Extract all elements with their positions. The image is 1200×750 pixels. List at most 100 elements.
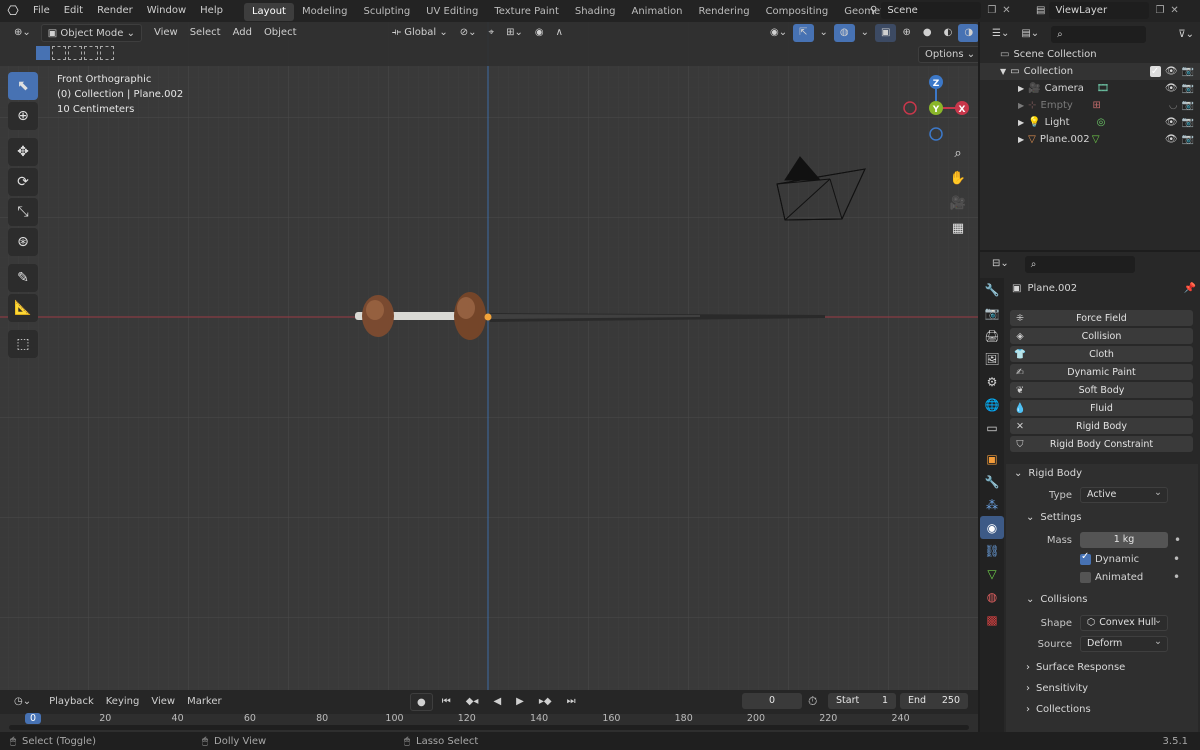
expand-collection-icon[interactable]: ▼ xyxy=(1000,63,1006,80)
prev-keyframe-icon[interactable]: ◆◂ xyxy=(460,693,485,711)
navigation-gizmo[interactable]: Z X Y xyxy=(900,72,972,144)
rotate-tool-icon[interactable]: ⟳ xyxy=(8,168,38,196)
animated-keyframe-dot[interactable]: • xyxy=(1173,570,1180,584)
workspace-tab-shading[interactable]: Shading xyxy=(567,3,624,21)
material-shading-icon[interactable]: ◐ xyxy=(938,24,959,42)
collections-subpanel-header[interactable]: › Collections xyxy=(1006,700,1198,720)
settings-subpanel-header[interactable]: ⌄ Settings xyxy=(1006,508,1198,528)
workspace-tab-animation[interactable]: Animation xyxy=(624,3,691,21)
display-mode-icon[interactable]: ▤⌄ xyxy=(1015,25,1045,43)
annotate-tool-icon[interactable]: ✎ xyxy=(8,264,38,292)
overlays-dropdown[interactable]: ⌄ xyxy=(855,24,875,42)
menu-help[interactable]: Help xyxy=(193,0,230,22)
play-icon[interactable]: ▶ xyxy=(510,693,530,711)
view-layer-tab-icon[interactable]: 🖼 xyxy=(980,347,1004,370)
gizmo-toggle[interactable]: ⇱ xyxy=(793,24,814,42)
render-camera-icon[interactable]: 📷 xyxy=(1182,97,1194,114)
source-dropdown[interactable]: Deform xyxy=(1080,635,1168,652)
viewport-menu-add[interactable]: Add xyxy=(227,24,258,42)
timeline-menu-marker[interactable]: Marker xyxy=(181,693,228,711)
constraints-tab-icon[interactable]: ⛓ xyxy=(980,539,1004,562)
blender-logo-icon[interactable]: ⎔ xyxy=(0,4,26,19)
physics-collision-button[interactable]: ◈ Collision xyxy=(1010,328,1193,344)
workspace-tab-compositing[interactable]: Compositing xyxy=(758,3,837,21)
expand-item-icon[interactable]: ▶ xyxy=(1018,114,1024,131)
view-layer-field[interactable]: ViewLayer xyxy=(1049,2,1150,19)
measure-tool-icon[interactable]: 📐 xyxy=(8,294,38,322)
workspace-tab-layout[interactable]: Layout xyxy=(243,3,294,21)
overlays-toggle[interactable]: ◍ xyxy=(833,24,855,42)
timeline-editor-type-icon[interactable]: ◷⌄ xyxy=(8,693,37,711)
data-tab-icon[interactable]: ▽ xyxy=(980,562,1004,585)
physics-tab-icon[interactable]: ◉ xyxy=(980,516,1004,539)
expand-item-icon[interactable]: ▶ xyxy=(1018,131,1024,148)
physics-cloth-button[interactable]: 👕 Cloth xyxy=(1010,346,1193,362)
stopwatch-icon[interactable]: ⏱ xyxy=(808,694,817,709)
texture-tab-icon[interactable]: ▩ xyxy=(980,608,1004,631)
3d-viewport[interactable]: ⊕⌄ ▣ Object Mode ⌄ View Select Add Object ⟛… xyxy=(0,22,978,690)
properties-search-input[interactable]: ⌕ xyxy=(1024,255,1135,273)
output-tab-icon[interactable]: 🖨 xyxy=(980,324,1004,347)
workspace-tab-uv-editing[interactable]: UV Editing xyxy=(418,3,486,21)
rigid-body-panel-header[interactable]: ⌄ Rigid Body xyxy=(1006,464,1198,484)
new-view-layer-icon[interactable]: ❐ xyxy=(1155,5,1164,16)
workspace-tab-modeling[interactable]: Modeling xyxy=(294,3,356,21)
physics-soft-body-button[interactable]: ❦ Soft Body xyxy=(1010,382,1193,398)
animated-checkbox-row[interactable]: Animated • xyxy=(1006,568,1198,586)
render-camera-icon[interactable]: 📷 xyxy=(1182,114,1194,131)
timeline-scrollbar[interactable] xyxy=(9,725,969,730)
snap-toggle[interactable]: ⌖ xyxy=(482,24,500,42)
world-tab-icon[interactable]: 🌐 xyxy=(980,393,1004,416)
collection-exclude-checkbox[interactable] xyxy=(1149,63,1165,80)
object-data-icon[interactable]: 🎞 xyxy=(1097,80,1110,97)
pan-hand-icon[interactable]: ✋ xyxy=(947,167,969,189)
physics-rigid-body-button[interactable]: ✕ Rigid Body xyxy=(1010,418,1193,434)
rendered-shading-icon[interactable]: ◑ xyxy=(958,24,978,42)
timeline-menu-playback[interactable]: Playback xyxy=(43,693,100,711)
surface-response-subpanel-header[interactable]: › Surface Response xyxy=(1006,658,1198,678)
outliner-item-light[interactable]: ▶ 💡 Light ◎ 👁 📷 xyxy=(980,114,1200,131)
visibility-dropdown[interactable]: ◉⌄ xyxy=(764,24,793,42)
viewport-menu-object[interactable]: Object xyxy=(258,24,303,42)
object-data-icon[interactable]: ◎ xyxy=(1097,114,1106,131)
end-frame-field[interactable]: End 250 xyxy=(900,693,968,709)
cursor-tool-icon[interactable]: ⊕ xyxy=(8,102,38,130)
ortho-grid-icon[interactable]: ▦ xyxy=(947,217,969,239)
jump-start-icon[interactable]: ⏮ xyxy=(436,693,457,711)
workspace-tab-sculpting[interactable]: Sculpting xyxy=(355,3,418,21)
visibility-eye-icon[interactable]: 👁 xyxy=(1165,131,1178,148)
filter-icon[interactable]: ⊽⌄ xyxy=(1178,29,1194,40)
collection-render-icon[interactable]: 📷 xyxy=(1182,63,1194,80)
outliner-item-empty[interactable]: ▶ ⊹ Empty ⊞ ◡ 📷 xyxy=(980,97,1200,114)
remove-scene-icon[interactable]: ✕ xyxy=(1002,5,1010,16)
hidden-eye-icon[interactable]: ◡ xyxy=(1169,97,1178,114)
view-layer-selector[interactable]: ▤ ViewLayer ❐ ✕ xyxy=(1036,2,1179,19)
modifiers-tab-icon[interactable]: 🔧 xyxy=(980,470,1004,493)
timeline-menu-keying[interactable]: Keying xyxy=(100,693,146,711)
object-tab-icon[interactable]: ▣ xyxy=(980,447,1004,470)
shape-dropdown[interactable]: ⬡ Convex Hull xyxy=(1080,614,1168,631)
pivot-dropdown[interactable]: ⊘⌄ xyxy=(454,24,483,42)
scene-selector[interactable]: ⚲ Scene ❐ ✕ xyxy=(870,2,1011,19)
scene-field[interactable]: Scene xyxy=(881,2,982,19)
workspace-tab-texture-paint[interactable]: Texture Paint xyxy=(486,3,567,21)
tool-tab-icon[interactable]: 🔧 xyxy=(980,278,1004,301)
render-camera-icon[interactable]: 📷 xyxy=(1182,131,1194,148)
proportional-falloff-icon[interactable]: ∧ xyxy=(550,24,569,42)
add-cube-tool-icon[interactable]: ⬚ xyxy=(8,330,38,358)
sensitivity-subpanel-header[interactable]: › Sensitivity xyxy=(1006,679,1198,699)
physics-fluid-button[interactable]: 💧 Fluid xyxy=(1010,400,1193,416)
current-frame-field[interactable]: 0 xyxy=(742,693,802,709)
mode-dropdown[interactable]: ▣ Object Mode ⌄ xyxy=(40,24,142,42)
outliner-editor-type-icon[interactable]: ☰⌄ xyxy=(986,25,1015,43)
scale-tool-icon[interactable]: ⤡ xyxy=(8,198,38,226)
editor-type-icon[interactable]: ⊕⌄ xyxy=(8,24,37,42)
outliner-item-plane-002[interactable]: ▶ ▽ Plane.002 ▽ 👁 📷 xyxy=(980,131,1200,148)
select-extend-icon[interactable] xyxy=(52,46,66,60)
menu-render[interactable]: Render xyxy=(90,0,140,22)
pin-icon[interactable]: 📌 xyxy=(1184,283,1196,294)
scene-collection-row[interactable]: ▭ Scene Collection xyxy=(980,46,1200,63)
mass-field[interactable]: 1 kg xyxy=(1080,532,1168,548)
jump-end-icon[interactable]: ⏭ xyxy=(561,693,582,711)
new-scene-icon[interactable]: ❐ xyxy=(987,5,996,16)
